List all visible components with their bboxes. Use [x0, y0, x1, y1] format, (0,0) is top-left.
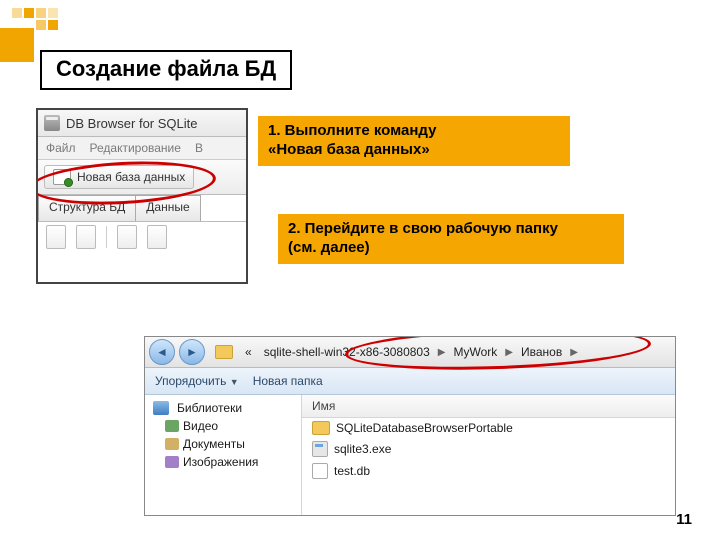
menu-view-clipped[interactable]: В: [195, 141, 203, 155]
annotation-step-2: 2. Перейдите в свою рабочую папку (см. д…: [278, 214, 624, 264]
nav-libraries-label: Библиотеки: [177, 401, 242, 415]
annotation-1-line1: 1. Выполните команду: [268, 122, 436, 139]
menu-bar: Файл Редактирование В: [38, 137, 246, 160]
list-header-name[interactable]: Имя: [302, 395, 675, 418]
nav-documents[interactable]: Документы: [151, 435, 301, 453]
chevron-icon: ▶: [438, 347, 446, 358]
breadcrumb-seg[interactable]: MyWork: [448, 345, 504, 359]
file-name: sqlite3.exe: [334, 442, 391, 456]
separator: [106, 226, 107, 248]
doc-icon[interactable]: [76, 225, 96, 249]
menu-edit[interactable]: Редактирование: [90, 141, 181, 155]
breadcrumb-prefix: «: [239, 345, 258, 359]
explorer-command-bar: Упорядочить ▼ Новая папка: [145, 368, 675, 395]
back-button[interactable]: ◄: [149, 339, 175, 365]
menu-file[interactable]: Файл: [46, 141, 76, 155]
nav-libraries[interactable]: Библиотеки: [151, 399, 301, 417]
tab-structure[interactable]: Структура БД: [38, 195, 136, 221]
explorer-pathbar: ◄ ► « sqlite-shell-win32-x86-3080803 ▶ M…: [145, 337, 675, 368]
annotation-2-line2: (см. далее): [288, 239, 370, 256]
exe-icon: [312, 441, 328, 457]
document-icon: [165, 438, 179, 450]
annotation-step-1: 1. Выполните команду «Новая база данных»: [258, 116, 570, 166]
doc-icon[interactable]: [117, 225, 137, 249]
file-name: test.db: [334, 464, 370, 478]
page-number: 11: [676, 511, 692, 528]
new-database-button[interactable]: Новая база данных: [44, 165, 194, 189]
explorer-nav-pane: Библиотеки Видео Документы Изображения: [145, 395, 302, 516]
folder-icon: [312, 421, 330, 435]
breadcrumb-seg[interactable]: Иванов: [515, 345, 568, 359]
breadcrumb-seg[interactable]: sqlite-shell-win32-x86-3080803: [258, 345, 436, 359]
doc-icon[interactable]: [46, 225, 66, 249]
nav-documents-label: Документы: [183, 437, 245, 451]
chevron-icon: ▶: [505, 347, 513, 358]
window-titlebar: DB Browser for SQLite: [38, 110, 246, 137]
nav-video[interactable]: Видео: [151, 417, 301, 435]
video-icon: [165, 420, 179, 432]
slide-title: Создание файла БД: [40, 50, 292, 90]
annotation-2-line1: 2. Перейдите в свою рабочую папку: [288, 220, 558, 237]
nav-video-label: Видео: [183, 419, 218, 433]
file-name: SQLiteDatabaseBrowserPortable: [336, 421, 513, 435]
screenshot-db-browser: DB Browser for SQLite Файл Редактировани…: [36, 108, 248, 284]
database-icon: [44, 115, 60, 131]
window-title: DB Browser for SQLite: [66, 116, 198, 131]
folder-icon: [215, 345, 233, 359]
tab-toolbar: [38, 222, 246, 252]
tab-bar: Структура БД Данные: [38, 195, 246, 222]
list-item[interactable]: SQLiteDatabaseBrowserPortable: [302, 418, 675, 438]
nav-images-label: Изображения: [183, 455, 258, 469]
new-database-label: Новая база данных: [77, 170, 185, 184]
list-item[interactable]: test.db: [302, 460, 675, 482]
annotation-1-line2: «Новая база данных»: [268, 141, 430, 158]
toolbar: Новая база данных: [38, 160, 246, 195]
forward-button[interactable]: ►: [179, 339, 205, 365]
db-file-icon: [312, 463, 328, 479]
tab-data[interactable]: Данные: [135, 195, 200, 221]
screenshot-explorer: ◄ ► « sqlite-shell-win32-x86-3080803 ▶ M…: [144, 336, 676, 516]
nav-images[interactable]: Изображения: [151, 453, 301, 471]
chevron-icon: ▶: [570, 347, 578, 358]
organize-label: Упорядочить: [155, 374, 226, 388]
new-database-icon: [53, 169, 71, 185]
explorer-file-list: Имя SQLiteDatabaseBrowserPortable sqlite…: [302, 395, 675, 516]
organize-button[interactable]: Упорядочить ▼: [155, 374, 239, 388]
list-item[interactable]: sqlite3.exe: [302, 438, 675, 460]
libraries-icon: [153, 401, 169, 415]
image-icon: [165, 456, 179, 468]
doc-icon[interactable]: [147, 225, 167, 249]
new-folder-button[interactable]: Новая папка: [253, 374, 323, 388]
chevron-down-icon: ▼: [230, 377, 239, 387]
